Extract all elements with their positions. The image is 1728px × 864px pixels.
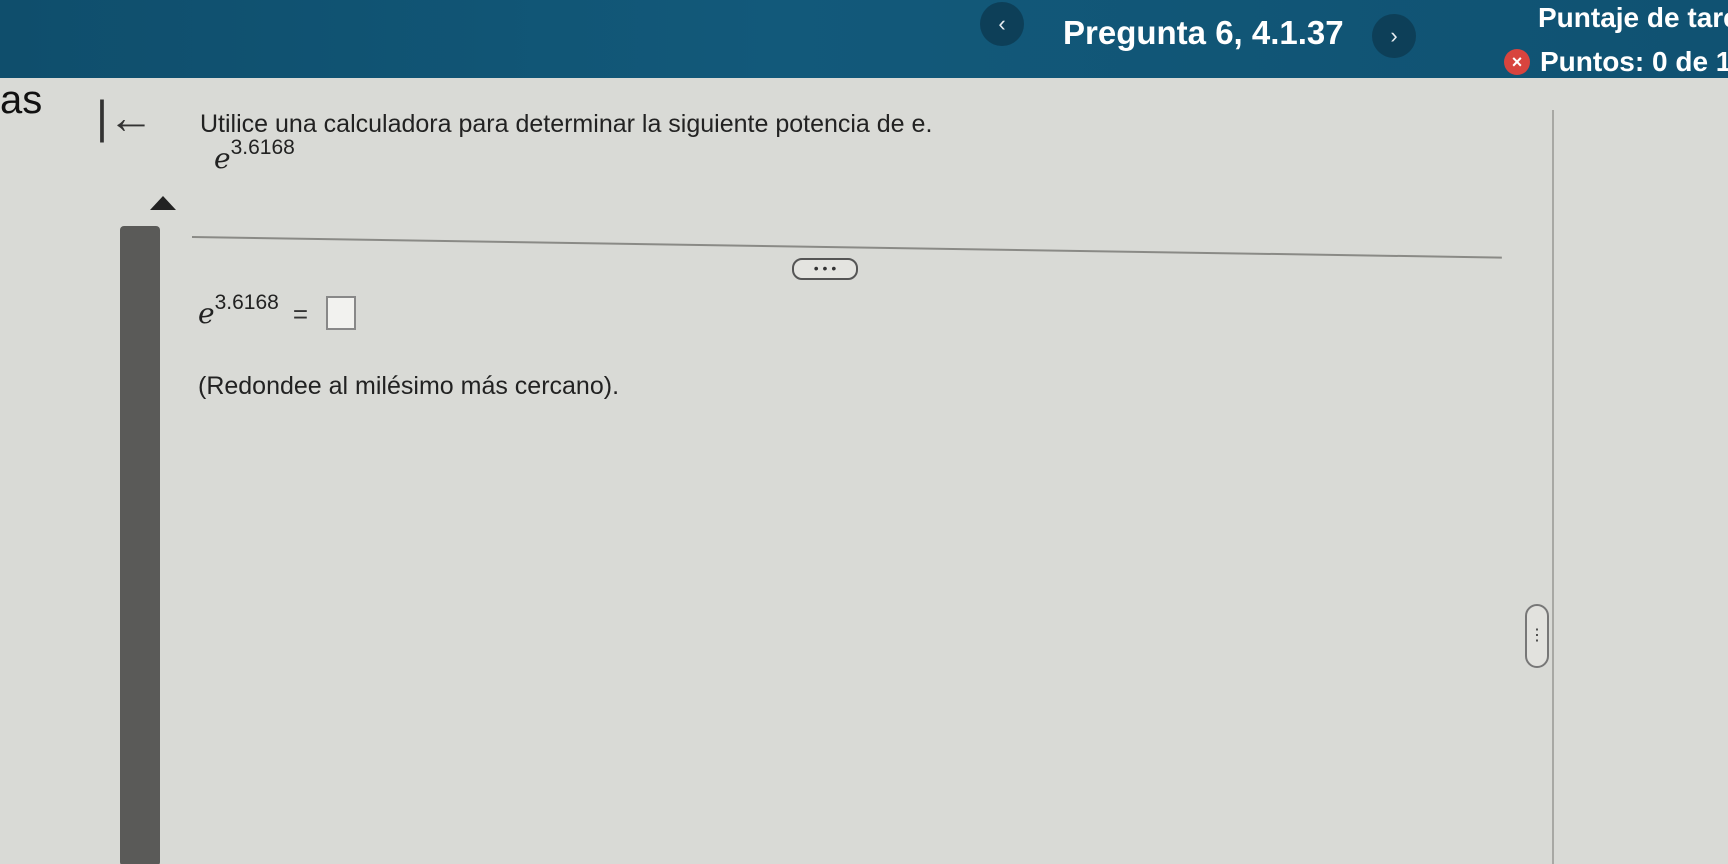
answer-expression: e3.6168 — [198, 291, 279, 330]
next-question-button[interactable]: › — [1372, 14, 1416, 58]
section-divider — [191, 236, 1502, 259]
homework-score-label: Puntaje de tareas: — [1538, 2, 1728, 33]
more-options-button[interactable]: • • • — [792, 258, 858, 280]
question-prompt: Utilice una calculadora para determinar … — [200, 110, 933, 138]
chevron-right-icon: › — [1390, 23, 1398, 48]
sidebar-label-fragment: as — [0, 78, 43, 122]
collapse-panel-button[interactable]: |← — [96, 94, 154, 140]
panel-divider — [1552, 110, 1554, 864]
scrollbar[interactable] — [120, 226, 160, 864]
base-symbol: e — [214, 142, 231, 175]
answer-row: e3.6168 = — [198, 291, 356, 330]
drag-handle-icon: ⋮ — [1529, 627, 1545, 644]
points-text: Puntos: 0 de 1 — [1540, 46, 1728, 77]
incorrect-icon: × — [1504, 49, 1530, 75]
previous-question-button[interactable]: ‹ — [980, 2, 1024, 46]
question-title: Pregunta 6, 4.1.37 — [1063, 14, 1344, 51]
equals-sign: = — [292, 299, 308, 329]
exponent-value: 3.6168 — [230, 136, 295, 159]
chevron-left-icon: ‹ — [998, 11, 1006, 36]
expression-display: e3.6168 — [214, 136, 295, 175]
points-row: × Puntos: 0 de 1 — [1504, 46, 1728, 78]
answer-input[interactable] — [326, 296, 356, 330]
exponent-value: 3.6168 — [214, 291, 279, 314]
header-bar: ‹ Pregunta 6, 4.1.37 › Puntaje de tareas… — [0, 0, 1728, 78]
base-symbol: e — [198, 297, 215, 330]
rounding-instruction: (Redondee al milésimo más cercano). — [198, 372, 620, 400]
panel-resize-handle[interactable]: ⋮ — [1525, 604, 1549, 668]
page: ‹ Pregunta 6, 4.1.37 › Puntaje de tareas… — [0, 0, 1728, 864]
question-content: Utilice una calculadora para determinar … — [172, 110, 1552, 864]
